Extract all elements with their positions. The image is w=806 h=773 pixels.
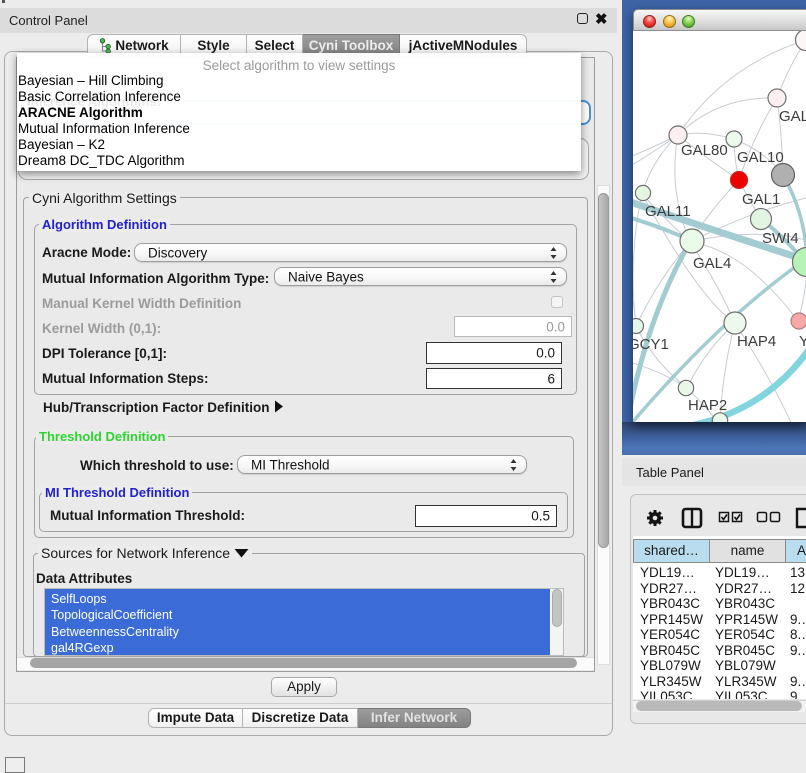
svg-text:GAL7: GAL7: [779, 108, 806, 125]
svg-text:GAL1: GAL1: [742, 191, 780, 208]
svg-text:GAL10: GAL10: [737, 149, 784, 166]
svg-text:GCY1: GCY1: [633, 336, 669, 353]
svg-text:GAL11: GAL11: [645, 203, 691, 220]
svg-text:GAL4: GAL4: [693, 255, 731, 272]
svg-text:HAP4: HAP4: [737, 333, 776, 350]
svg-text:GAL80: GAL80: [681, 142, 728, 159]
svg-text:SWI4: SWI4: [762, 230, 799, 247]
svg-text:HAP2: HAP2: [688, 397, 727, 414]
svg-text:Y: Y: [799, 333, 806, 350]
